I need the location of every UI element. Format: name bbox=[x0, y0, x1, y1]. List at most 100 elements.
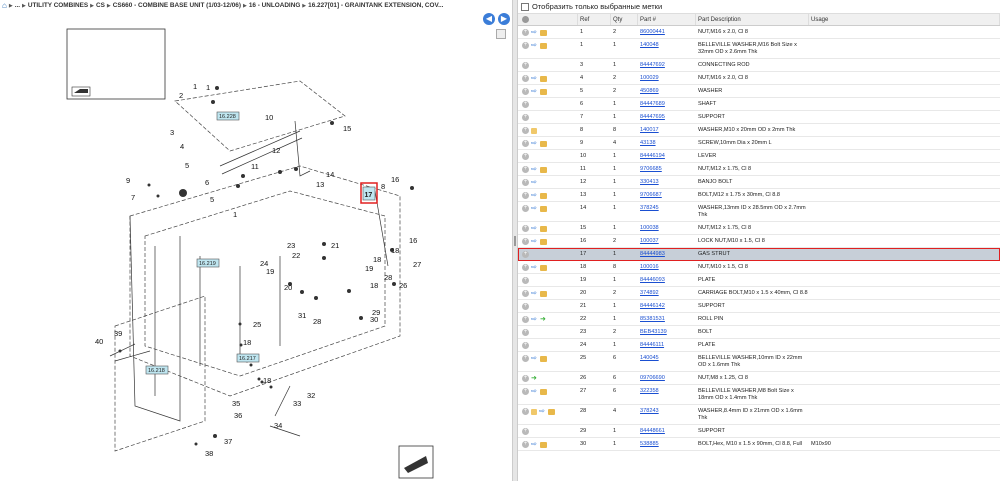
expand-icon[interactable]: + bbox=[522, 342, 529, 349]
diagram-scroll-handle[interactable] bbox=[496, 29, 506, 39]
expand-icon[interactable]: + bbox=[522, 264, 529, 271]
expand-icon[interactable]: + bbox=[522, 355, 529, 362]
table-row[interactable]: + ⇨ 9 4 43138 SCREW,10mm Dia x 20mm L bbox=[518, 137, 1000, 150]
expand-icon[interactable]: + bbox=[522, 388, 529, 395]
package-icon[interactable] bbox=[540, 29, 547, 36]
package-icon[interactable] bbox=[540, 264, 547, 271]
document-icon[interactable] bbox=[531, 127, 537, 134]
part-number-link[interactable]: 100038 bbox=[640, 225, 659, 231]
link-icon[interactable]: ⇨ bbox=[531, 140, 538, 147]
link-icon[interactable]: ⇨ bbox=[531, 166, 538, 173]
package-icon[interactable] bbox=[540, 166, 547, 173]
table-row[interactable]: +24 1 84446111 PLATE bbox=[518, 339, 1000, 352]
link-icon[interactable]: ⇨ bbox=[531, 441, 538, 448]
package-icon[interactable] bbox=[540, 42, 547, 49]
package-icon[interactable] bbox=[540, 355, 547, 362]
link-icon[interactable]: ⇨ bbox=[531, 264, 538, 271]
part-number-link[interactable]: 140045 bbox=[640, 355, 659, 361]
package-icon[interactable] bbox=[540, 75, 547, 82]
table-row[interactable]: + ⇨ 13 1 9706687 BOLT,M12 x 1.75 x 30mm, Cl 8… bbox=[518, 189, 1000, 202]
table-row[interactable]: +23 2 BEB43139 BOLT bbox=[518, 326, 1000, 339]
header-part[interactable]: Part # bbox=[638, 14, 696, 25]
parts-diagram[interactable]: 16.228 16.219 16.217 16.218 17 123 451 1… bbox=[0, 26, 512, 481]
part-number-link[interactable]: 100029 bbox=[640, 75, 659, 81]
part-number-link[interactable]: 84446142 bbox=[640, 303, 665, 309]
table-row[interactable]: +19 1 84446093 PLATE bbox=[518, 274, 1000, 287]
part-number-link[interactable]: 86000441 bbox=[640, 29, 665, 35]
table-row[interactable]: + ⇨ ➜ 22 1 85381531 ROLL PIN bbox=[518, 313, 1000, 326]
expand-icon[interactable]: + bbox=[522, 179, 529, 186]
breadcrumb-item[interactable]: 16 - UNLOADING bbox=[249, 2, 300, 9]
table-row[interactable]: + ⇨ 27 6 322358 BELLEVILLE WASHER,M8 Bolt Siz… bbox=[518, 385, 1000, 405]
package-icon[interactable] bbox=[540, 192, 547, 199]
part-number-link[interactable]: 85381531 bbox=[640, 316, 665, 322]
part-number-link[interactable]: 140048 bbox=[640, 42, 659, 48]
expand-icon[interactable]: + bbox=[522, 277, 529, 284]
header-qty[interactable]: Qty bbox=[611, 14, 638, 25]
expand-all-icon[interactable] bbox=[522, 16, 529, 23]
link-icon[interactable]: ⇨ bbox=[531, 388, 538, 395]
part-number-link[interactable]: 84447689 bbox=[640, 101, 665, 107]
expand-icon[interactable]: + bbox=[522, 408, 529, 415]
expand-icon[interactable]: + bbox=[522, 62, 529, 69]
table-row[interactable]: + ⇨ 11 1 9706685 NUT,M12 x 1.75, Cl 8 bbox=[518, 163, 1000, 176]
part-number-link[interactable]: 538885 bbox=[640, 441, 659, 447]
link-icon[interactable]: ⇨ bbox=[539, 408, 546, 415]
part-number-link[interactable]: 84447692 bbox=[640, 62, 665, 68]
expand-icon[interactable]: + bbox=[522, 140, 529, 147]
part-number-link[interactable]: 09706690 bbox=[640, 375, 665, 381]
package-icon[interactable] bbox=[540, 388, 547, 395]
table-row[interactable]: + ⇨ 4 2 100029 NUT,M16 x 2.0, Cl 8 bbox=[518, 72, 1000, 85]
package-icon[interactable] bbox=[540, 225, 547, 232]
part-number-link[interactable]: 84447695 bbox=[640, 114, 665, 120]
table-row[interactable]: +10 1 84446194 LEVER bbox=[518, 150, 1000, 163]
part-number-link[interactable]: 330413 bbox=[640, 179, 659, 185]
expand-icon[interactable]: + bbox=[522, 166, 529, 173]
arrow-icon[interactable]: ➜ bbox=[531, 375, 538, 382]
expand-icon[interactable]: + bbox=[522, 75, 529, 82]
table-row[interactable]: + ⇨ 14 1 378245 WASHER,13mm ID x 28.5mm OD x … bbox=[518, 202, 1000, 222]
part-number-link[interactable]: 450869 bbox=[640, 88, 659, 94]
home-icon[interactable]: ⌂ bbox=[2, 1, 7, 10]
expand-icon[interactable]: + bbox=[522, 329, 529, 336]
expand-icon[interactable]: + bbox=[522, 127, 529, 134]
part-number-link[interactable]: 9706685 bbox=[640, 166, 662, 172]
table-row[interactable]: + ⇨ 25 6 140045 BELLEVILLE WASHER,10mm ID x 2… bbox=[518, 352, 1000, 372]
table-row[interactable]: +21 1 84446142 SUPPORT bbox=[518, 300, 1000, 313]
expand-icon[interactable]: + bbox=[522, 101, 529, 108]
link-icon[interactable]: ⇨ bbox=[531, 179, 538, 186]
part-number-link[interactable]: 378245 bbox=[640, 205, 659, 211]
part-number-link[interactable]: 84448661 bbox=[640, 428, 665, 434]
part-number-link[interactable]: 84444983 bbox=[640, 251, 665, 257]
expand-icon[interactable]: + bbox=[522, 153, 529, 160]
part-number-link[interactable]: 100016 bbox=[640, 264, 659, 270]
link-icon[interactable]: ⇨ bbox=[531, 316, 538, 323]
link-icon[interactable]: ⇨ bbox=[531, 355, 538, 362]
table-row[interactable]: + ⇨ 1 1 140048 BELLEVILLE WASHER,M16 Bolt Siz… bbox=[518, 39, 1000, 59]
breadcrumb-item[interactable]: ... bbox=[15, 2, 20, 9]
part-number-link[interactable]: 140017 bbox=[640, 127, 659, 133]
header-usage[interactable]: Usage bbox=[809, 14, 1000, 25]
link-icon[interactable]: ⇨ bbox=[531, 42, 538, 49]
package-icon[interactable] bbox=[540, 238, 547, 245]
expand-icon[interactable]: + bbox=[522, 29, 529, 36]
package-icon[interactable] bbox=[540, 205, 547, 212]
link-icon[interactable]: ⇨ bbox=[531, 205, 538, 212]
part-number-link[interactable]: 100037 bbox=[640, 238, 659, 244]
show-selected-checkbox[interactable] bbox=[521, 2, 529, 11]
table-row[interactable]: +29 1 84448661 SUPPORT bbox=[518, 425, 1000, 438]
expand-icon[interactable]: + bbox=[522, 114, 529, 121]
expand-icon[interactable]: + bbox=[522, 192, 529, 199]
link-icon[interactable]: ⇨ bbox=[531, 88, 538, 95]
link-icon[interactable]: ⇨ bbox=[531, 75, 538, 82]
forward-arrow-icon[interactable]: ▶ bbox=[498, 13, 510, 25]
expand-icon[interactable]: + bbox=[522, 88, 529, 95]
part-number-link[interactable]: 84446111 bbox=[640, 342, 664, 348]
breadcrumb-item[interactable]: CS660 - COMBINE BASE UNIT (1/03-12/06) bbox=[113, 2, 241, 9]
link-icon[interactable]: ⇨ bbox=[531, 225, 538, 232]
package-icon[interactable] bbox=[540, 290, 547, 297]
table-row[interactable]: +3 1 84447692 CONNECTING ROD bbox=[518, 59, 1000, 72]
back-arrow-icon[interactable]: ◀ bbox=[483, 13, 495, 25]
package-icon[interactable] bbox=[548, 408, 555, 415]
table-row[interactable]: + ⇨ 15 1 100038 NUT,M12 x 1.75, Cl 8 bbox=[518, 222, 1000, 235]
